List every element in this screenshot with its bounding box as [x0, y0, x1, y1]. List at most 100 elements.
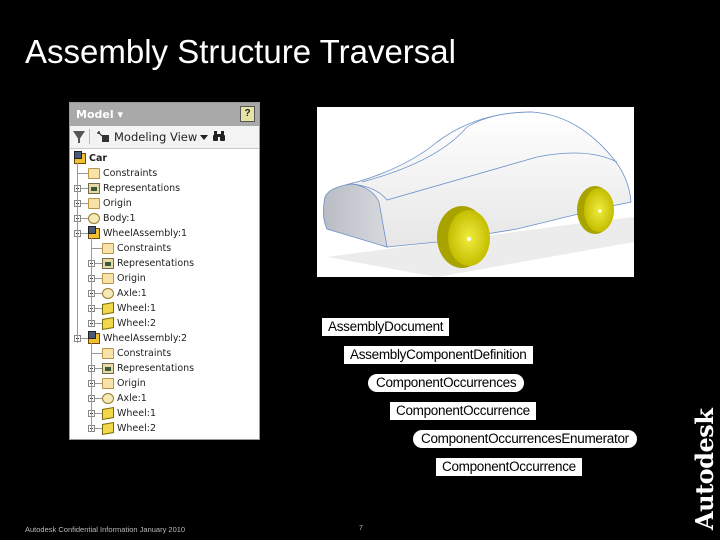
tree-item[interactable]: WheelAssembly:1	[70, 226, 259, 241]
chevron-down-icon[interactable]	[200, 135, 208, 140]
tree-item-label: Origin	[117, 378, 146, 389]
tree-item-label: Body:1	[103, 213, 136, 224]
tree-item[interactable]: Representations	[70, 361, 259, 376]
tree-connector	[95, 308, 102, 309]
tree-connector	[81, 338, 88, 339]
tree-item[interactable]: Wheel:1	[70, 301, 259, 316]
representations-icon	[88, 183, 100, 194]
page-number: 7	[359, 525, 363, 532]
tree-item[interactable]: WheelAssembly:2	[70, 331, 259, 346]
toolbar-separator	[89, 129, 90, 144]
part-icon	[102, 301, 114, 316]
tree-item[interactable]: Representations	[70, 256, 259, 271]
model-tree: Car Constraints Representations Origin Body:…	[70, 149, 259, 436]
tree-item-label: Axle:1	[117, 393, 147, 404]
tree-connector	[91, 248, 102, 249]
hierarchy-node-component-occurrences-enumerator: ComponentOccurrencesEnumerator	[413, 430, 637, 448]
tree-connector	[95, 263, 102, 264]
tree-connector	[95, 413, 102, 414]
folder-icon	[102, 273, 114, 284]
tree-item[interactable]: Constraints	[70, 241, 259, 256]
tree-item-label: WheelAssembly:2	[103, 333, 188, 344]
tree-item-label: Constraints	[117, 348, 172, 359]
tree-item[interactable]: Wheel:2	[70, 421, 259, 436]
tree-connector	[77, 173, 88, 174]
tree-connector	[95, 323, 102, 324]
hierarchy-node-assembly-component-definition: AssemblyComponentDefinition	[344, 346, 533, 364]
tree-item-label: Origin	[117, 273, 146, 284]
tree-connector	[95, 368, 102, 369]
folder-icon	[88, 198, 100, 209]
body-icon	[102, 393, 114, 404]
tree-item[interactable]: Representations	[70, 181, 259, 196]
tree-item-label: Representations	[117, 258, 195, 269]
tree-item-label: Wheel:1	[117, 303, 156, 314]
tree-connector	[91, 353, 102, 354]
browser-header: Model ▾ ?	[70, 103, 259, 126]
tree-item[interactable]: Constraints	[70, 166, 259, 181]
tree-item[interactable]: Body:1	[70, 211, 259, 226]
tree-item-label: Wheel:1	[117, 408, 156, 419]
tree-connector	[95, 383, 102, 384]
tree-connector	[95, 398, 102, 399]
tree-item-label: Representations	[117, 363, 195, 374]
assembly-icon	[88, 226, 100, 239]
tree-item[interactable]: Axle:1	[70, 286, 259, 301]
tree-item[interactable]: Origin	[70, 271, 259, 286]
representations-icon	[102, 258, 114, 269]
tree-item-label: Wheel:2	[117, 318, 156, 329]
representations-icon	[102, 363, 114, 374]
tree-connector	[81, 233, 88, 234]
tree-connector	[77, 163, 78, 343]
folder-icon	[88, 168, 100, 179]
tree-connector	[81, 203, 88, 204]
tree-item[interactable]: Constraints	[70, 346, 259, 361]
car-model-image	[317, 107, 634, 277]
tree-connector	[81, 218, 88, 219]
tree-item-label: Origin	[103, 198, 132, 209]
tree-item[interactable]: Wheel:2	[70, 316, 259, 331]
tree-connector	[81, 188, 88, 189]
folder-icon	[102, 378, 114, 389]
folder-icon	[102, 348, 114, 359]
tree-connector	[95, 278, 102, 279]
browser-title-dropdown[interactable]: Model ▾	[76, 108, 123, 121]
browser-toolbar: Modeling View	[70, 126, 259, 149]
tree-item[interactable]: Origin	[70, 196, 259, 211]
tree-item-label: Axle:1	[117, 288, 147, 299]
modeling-view-label[interactable]: Modeling View	[114, 130, 197, 144]
part-icon	[102, 406, 114, 421]
hierarchy-node-component-occurrences: ComponentOccurrences	[368, 374, 525, 392]
tree-item-label: Representations	[103, 183, 181, 194]
tree-item[interactable]: Wheel:1	[70, 406, 259, 421]
part-icon	[102, 421, 114, 436]
hierarchy-node-component-occurrence: ComponentOccurrence	[390, 402, 536, 420]
help-icon[interactable]: ?	[240, 106, 255, 122]
assembly-icon	[88, 331, 100, 344]
tree-item[interactable]: Origin	[70, 376, 259, 391]
modeling-view-icon	[97, 131, 109, 142]
tree-item-label: Wheel:2	[117, 423, 156, 434]
hierarchy-node-assembly-document: AssemblyDocument	[322, 318, 450, 336]
tree-item[interactable]: Axle:1	[70, 391, 259, 406]
tree-connector	[95, 428, 102, 429]
tree-item-label: Car	[89, 153, 108, 164]
part-icon	[102, 316, 114, 331]
hierarchy-node-component-occurrence-2: ComponentOccurrence	[436, 458, 582, 476]
tree-item-label: Constraints	[117, 243, 172, 254]
folder-icon	[102, 243, 114, 254]
autodesk-logo: Autodesk	[690, 408, 719, 530]
wheel-front-hub	[467, 237, 471, 241]
body-icon	[102, 288, 114, 299]
car-illustration	[323, 111, 634, 277]
tree-item-label: WheelAssembly:1	[103, 228, 188, 239]
tree-connector	[95, 293, 102, 294]
slide-title: Assembly Structure Traversal	[25, 33, 456, 70]
footer-text: Autodesk Confidential Information Januar…	[25, 525, 186, 534]
assembly-icon	[74, 151, 86, 164]
tree-item[interactable]: Car	[70, 151, 259, 166]
tree-item-label: Constraints	[103, 168, 158, 179]
find-binoculars-icon[interactable]	[213, 130, 225, 144]
tree-connector	[91, 343, 92, 431]
body-icon	[88, 213, 100, 224]
